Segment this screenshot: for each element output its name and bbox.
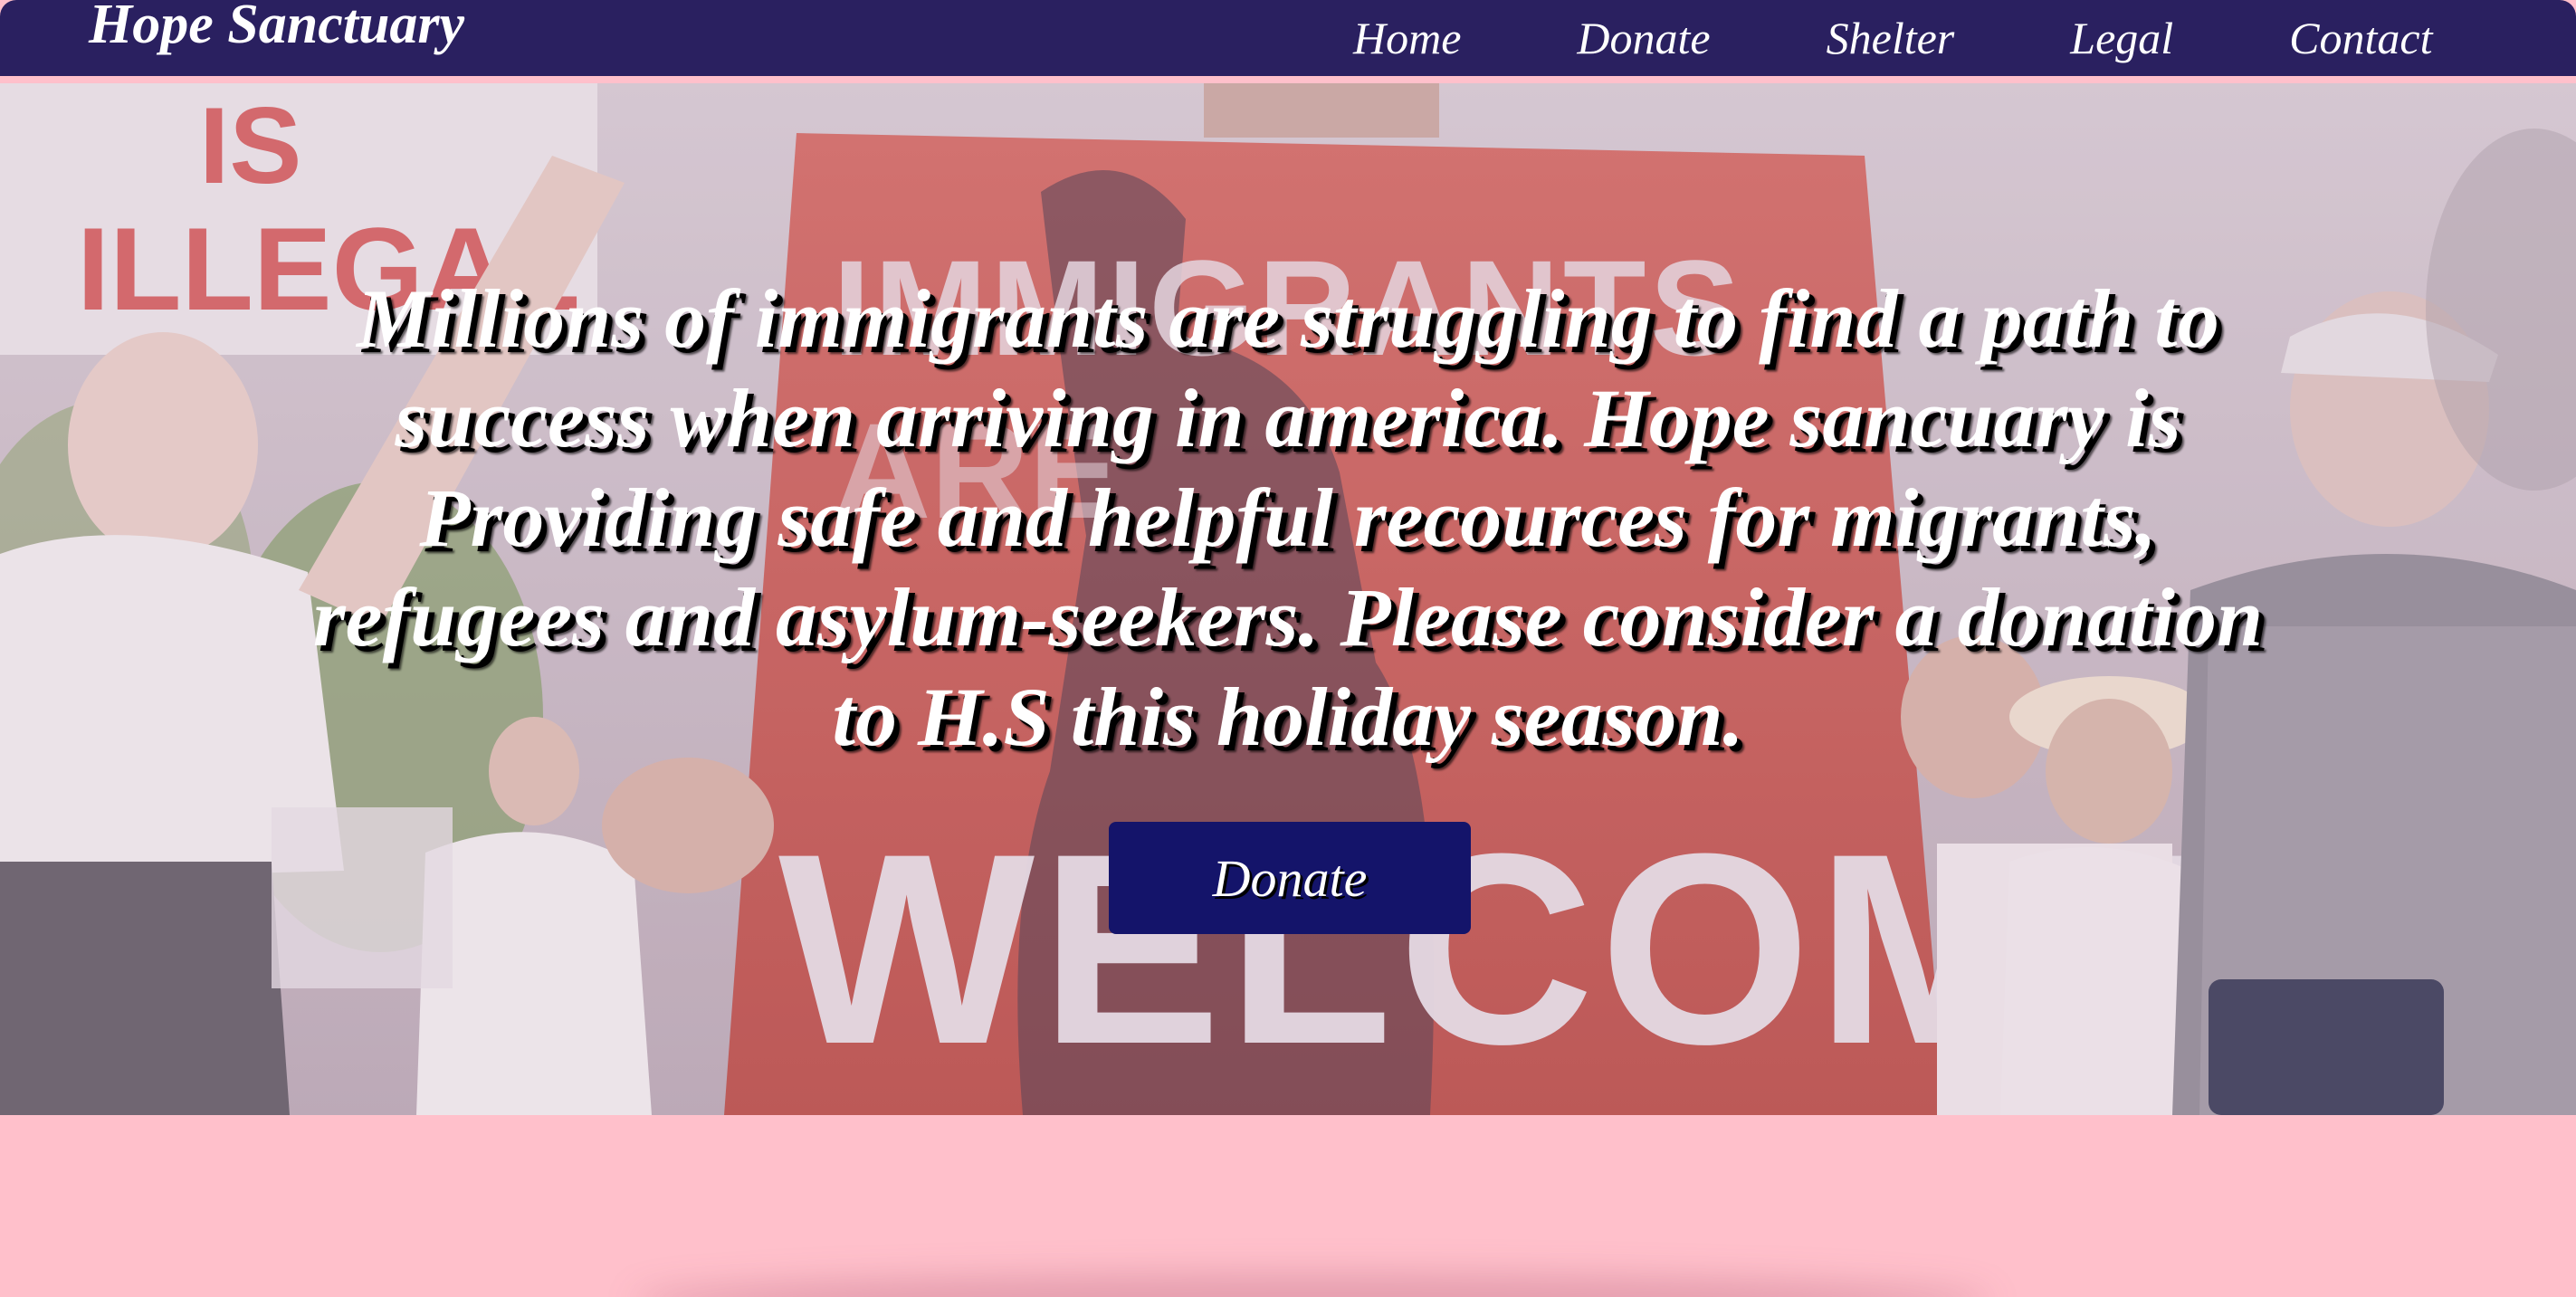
donate-button[interactable]: Donate <box>1109 822 1471 934</box>
section-shadow <box>634 1273 1991 1297</box>
page: Hope Sanctuary Home Donate Shelter Legal… <box>0 0 2576 1297</box>
top-navbar: Hope Sanctuary Home Donate Shelter Legal… <box>0 0 2576 80</box>
nav-links: Home Donate Shelter Legal Contact <box>1353 0 2433 76</box>
lower-section <box>0 1115 2576 1297</box>
hero-message: Millions of immigrants are struggling to… <box>312 272 2264 763</box>
site-brand[interactable]: Hope Sanctuary <box>89 0 464 52</box>
hero-section: IS ILLEGAL IMMIGRANTS ARE WELCOME Millio… <box>0 83 2576 1115</box>
nav-link-home[interactable]: Home <box>1353 11 1461 65</box>
nav-link-shelter[interactable]: Shelter <box>1827 11 1955 65</box>
nav-link-donate[interactable]: Donate <box>1577 11 1710 65</box>
nav-link-legal[interactable]: Legal <box>2070 11 2173 65</box>
nav-link-contact[interactable]: Contact <box>2289 11 2432 65</box>
